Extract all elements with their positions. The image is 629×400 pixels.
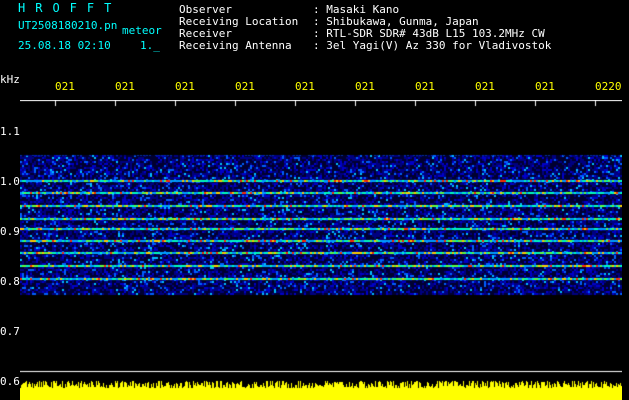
antenna-value: : 3el Yagi(V) Az 330 for Vladivostok	[313, 39, 552, 52]
y-tick-0-8: 0.8	[0, 275, 20, 288]
spectrogram-plot	[20, 100, 622, 400]
x-tick-7: 021	[415, 80, 435, 93]
x-tick-6: 021	[355, 80, 375, 93]
datetime-label: 25.08.18 02:10	[18, 39, 111, 52]
antenna-label: Receiving Antenna	[179, 39, 292, 52]
y-axis-unit: kHz	[0, 73, 20, 86]
filename-label: UT2508180210.pn	[18, 19, 118, 32]
x-tick-10: 0220	[595, 80, 622, 93]
y-tick-0-9: 0.9	[0, 225, 20, 238]
x-tick-8: 021	[475, 80, 495, 93]
y-tick-0-7: 0.7	[0, 325, 20, 338]
y-tick-1-1: 1.1	[0, 125, 20, 138]
x-tick-1: 021	[55, 80, 75, 93]
x-tick-9: 021	[535, 80, 555, 93]
mode-label: meteor	[122, 24, 162, 37]
x-tick-5: 021	[295, 80, 315, 93]
x-tick-4: 021	[235, 80, 255, 93]
y-tick-1-0: 1.0	[0, 175, 20, 188]
x-tick-3: 021	[175, 80, 195, 93]
level-label: 1._	[140, 39, 160, 52]
x-tick-2: 021	[115, 80, 135, 93]
app-title: HROFFT	[18, 1, 122, 15]
y-tick-0-6: 0.6	[0, 375, 20, 388]
